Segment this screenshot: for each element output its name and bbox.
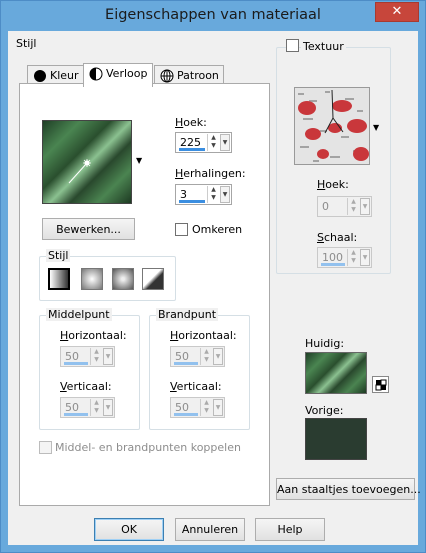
invert-checkbox[interactable] (175, 223, 188, 236)
center-point-label: Middelpunt (46, 308, 112, 321)
ok-label: OK (121, 523, 137, 536)
link-points-checkbox[interactable] (39, 441, 52, 454)
center-vertical-label: Verticaal: (60, 380, 112, 393)
gradient-preview[interactable] (42, 120, 132, 204)
texture-image (295, 88, 369, 164)
center-horizontal-bar (64, 362, 88, 365)
style-sunburst-button[interactable] (112, 268, 134, 290)
angle-dropdown-button[interactable]: ▼ (220, 134, 230, 151)
edit-gradient-button[interactable]: Bewerken... (42, 218, 135, 240)
solid-circle-icon (33, 69, 47, 83)
center-vertical-arrows[interactable]: ▲ ▼ (90, 399, 102, 416)
focal-vertical-dropdown[interactable]: ▼ (213, 399, 223, 416)
dialog-window: Eigenschappen van materiaal ✕ Stijl Kleu… (0, 0, 426, 553)
center-point-group: Middelpunt Horizontaal: 50 ▲ ▼ ▼ Verticaa… (39, 308, 140, 430)
title-bar[interactable]: Eigenschappen van materiaal ✕ (1, 1, 425, 31)
repeats-spin-arrows[interactable]: ▲ ▼ (207, 186, 219, 203)
focal-horizontal-spinner[interactable]: 50 ▲ ▼ ▼ (170, 346, 225, 367)
close-button[interactable]: ✕ (375, 2, 419, 22)
add-to-swatches-button[interactable]: Aan staaltjes toevoegen... (276, 478, 421, 500)
previous-label: Vorige: (305, 404, 344, 417)
style-group-label: Stijl (16, 37, 37, 50)
texture-angle-value: 0 (322, 200, 329, 213)
texture-scale-spinner[interactable]: 100 ▲ ▼ ▼ (317, 247, 372, 268)
texture-checkbox[interactable] (286, 39, 299, 52)
repeats-slider-bar[interactable] (179, 200, 205, 203)
dialog-client: Stijl Kleur Verloop Patroon ▼ Hoek: 225 … (8, 31, 421, 545)
focal-horizontal-bar (174, 362, 198, 365)
help-label: Help (277, 523, 303, 536)
focal-vertical-label: Verticaal: (170, 380, 222, 393)
repeats-label: Herhalingen: (175, 167, 246, 180)
ok-button[interactable]: OK (94, 518, 164, 541)
focal-vertical-arrows[interactable]: ▲ ▼ (200, 399, 212, 416)
texture-preview[interactable] (294, 87, 370, 165)
center-horizontal-dropdown[interactable]: ▼ (103, 348, 113, 365)
texture-angle-spinner[interactable]: 0 ▲ ▼ ▼ (317, 196, 372, 217)
focal-vertical-bar (174, 413, 198, 416)
texture-group: Textuur ▼ Hoek: 0 ▲ ▼ ▼ Schaal: 100 ▲ ▼ … (276, 39, 391, 274)
angle-label: Hoek: (175, 116, 207, 129)
gradient-tab-pane: ▼ Hoek: 225 ▲ ▼ ▼ Herhalingen: 3 ▲ ▼ ▼ Bew… (19, 83, 270, 506)
add-to-swatches-label: Aan staaltjes toevoegen... (277, 482, 421, 496)
texture-angle-label: Hoek: (317, 178, 349, 191)
cancel-button[interactable]: Annuleren (175, 518, 245, 541)
repeats-spinner[interactable]: 3 ▲ ▼ ▼ (175, 184, 232, 205)
style-linear-button[interactable] (48, 268, 70, 290)
current-swatch[interactable] (305, 352, 367, 394)
cancel-label: Annuleren (181, 523, 239, 536)
invert-label[interactable]: Omkeren (192, 223, 242, 236)
focal-vertical-spinner[interactable]: 50 ▲ ▼ ▼ (170, 397, 225, 418)
angle-spinner[interactable]: 225 ▲ ▼ ▼ (175, 132, 232, 153)
style-rectangular-button[interactable] (81, 268, 103, 290)
texture-angle-dropdown[interactable]: ▼ (360, 198, 370, 215)
window-title: Eigenschappen van materiaal (105, 7, 321, 23)
center-horizontal-spinner[interactable]: 50 ▲ ▼ ▼ (60, 346, 115, 367)
focal-point-group: Brandpunt Horizontaal: 50 ▲ ▼ ▼ Verticaal… (149, 308, 250, 430)
swap-materials-icon[interactable] (372, 376, 389, 393)
tab-color-label: Kleur (50, 69, 79, 82)
center-horizontal-arrows[interactable]: ▲ ▼ (90, 348, 102, 365)
link-points-label[interactable]: Middel- en brandpunten koppelen (55, 441, 241, 454)
help-button[interactable]: Help (255, 518, 325, 541)
texture-label[interactable]: Textuur (301, 40, 346, 53)
gradient-dropdown-arrow-icon[interactable]: ▼ (136, 156, 142, 165)
angle-handle-icon[interactable] (43, 121, 131, 203)
focal-horizontal-dropdown[interactable]: ▼ (213, 348, 223, 365)
focal-point-label: Brandpunt (156, 308, 219, 321)
angle-slider-bar[interactable] (179, 148, 205, 151)
center-vertical-bar (64, 413, 88, 416)
angle-spin-arrows[interactable]: ▲ ▼ (207, 134, 219, 151)
texture-scale-label: Schaal: (317, 231, 358, 244)
tab-pattern-label: Patroon (177, 69, 219, 82)
previous-swatch[interactable] (305, 418, 367, 460)
repeats-dropdown-button[interactable]: ▼ (220, 186, 230, 203)
style-radial-button[interactable] (142, 268, 164, 290)
edit-gradient-button-label: Bewerken... (56, 222, 121, 236)
center-horizontal-label: Horizontaal: (60, 329, 127, 342)
texture-scale-bar (321, 263, 345, 266)
texture-scale-dropdown[interactable]: ▼ (360, 249, 370, 266)
gradient-style-label: Stijl (46, 249, 71, 262)
center-vertical-dropdown[interactable]: ▼ (103, 399, 113, 416)
texture-scale-arrows[interactable]: ▲ ▼ (347, 249, 359, 266)
tab-gradient[interactable]: Verloop (83, 63, 153, 87)
texture-dropdown-arrow-icon[interactable]: ▼ (373, 123, 379, 132)
current-label: Huidig: (305, 337, 345, 350)
gradient-style-group: Stijl (39, 249, 176, 301)
center-vertical-spinner[interactable]: 50 ▲ ▼ ▼ (60, 397, 115, 418)
focal-horizontal-label: Horizontaal: (170, 329, 237, 342)
texture-angle-arrows[interactable]: ▲ ▼ (347, 198, 359, 215)
globe-pattern-icon (160, 69, 174, 83)
tab-gradient-label: Verloop (106, 67, 148, 80)
focal-horizontal-arrows[interactable]: ▲ ▼ (200, 348, 212, 365)
gradient-circle-icon (89, 67, 103, 81)
